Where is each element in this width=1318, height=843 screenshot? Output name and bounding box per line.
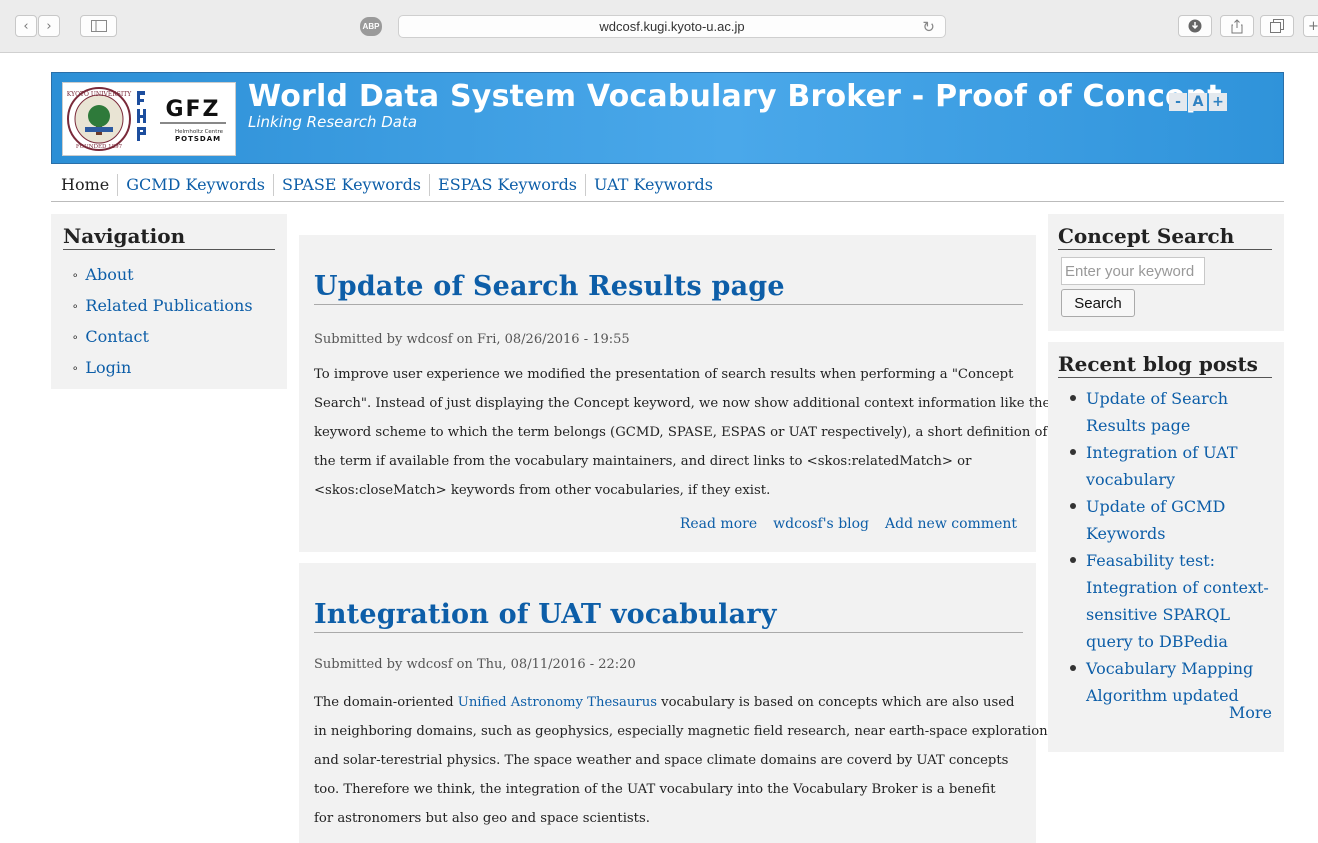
post-body-line: and solar-terestrial physics. The space … <box>314 753 1009 768</box>
post-body-line: in neighboring domains, such as geophysi… <box>314 724 1048 739</box>
gfz-logo-text: GFZ <box>165 97 220 122</box>
post-body: To improve user experience we modified t… <box>314 360 1051 505</box>
uat-link[interactable]: Unified Astronomy Thesaurus <box>458 695 657 710</box>
bullet-icon: ⚬ <box>71 271 80 282</box>
menu-item-espas-keywords[interactable]: ESPAS Keywords <box>429 173 585 196</box>
menu-item-home[interactable]: Home <box>51 174 117 196</box>
nav-item-login[interactable]: ⚬ Login <box>71 353 253 384</box>
post-body-line: keyword scheme to which the term belongs… <box>314 425 1048 440</box>
kyoto-ring-text: KYOTO UNIVERSITY <box>67 91 132 98</box>
navigation-block: Navigation ⚬ About ⚬ Related Publications … <box>51 214 287 389</box>
post-body-line: the term if available from the vocabular… <box>314 454 972 469</box>
download-icon <box>1188 19 1202 33</box>
forward-button[interactable]: › <box>38 15 60 37</box>
post-body-line: To improve user experience we modified t… <box>314 367 1014 382</box>
share-icon <box>1231 18 1243 33</box>
fhp-emblem <box>135 91 147 147</box>
nav-item-contact[interactable]: ⚬ Contact <box>71 322 253 353</box>
chevron-right-icon: › <box>46 18 52 34</box>
recent-posts-title: Recent blog posts <box>1058 352 1272 378</box>
recent-post-link[interactable]: Feasability test: Integration of context… <box>1068 547 1280 655</box>
search-button[interactable]: Search <box>1061 289 1135 317</box>
url-text: wdcosf.kugi.kyoto-u.ac.jp <box>599 19 745 34</box>
post-body-line: for astronomers but also geo and space s… <box>314 811 650 826</box>
nav-item-label: Login <box>85 358 132 377</box>
blog-post: Update of Search Results page Submitted … <box>299 235 1051 552</box>
font-decrease-button[interactable]: - <box>1169 93 1187 111</box>
post-body-line: <skos:closeMatch> keywords from other vo… <box>314 483 771 498</box>
tabs-icon <box>1270 19 1284 33</box>
author-blog-link[interactable]: wdcosf's blog <box>773 516 869 532</box>
browser-toolbar: ‹ › ABP wdcosf.kugi.kyoto-u.ac.jp ↻ + <box>0 0 1318 53</box>
gfz-line2-text: POTSDAM <box>175 135 221 143</box>
menu-item-gcmd-keywords[interactable]: GCMD Keywords <box>117 173 273 196</box>
nav-item-about[interactable]: ⚬ About <box>71 260 253 291</box>
sidebar-toggle-button[interactable] <box>80 15 117 37</box>
post-body-line: Search". Instead of just displaying the … <box>314 396 1051 411</box>
tabs-button[interactable] <box>1260 15 1294 37</box>
post-body-line: too. Therefore we think, the integration… <box>314 782 996 797</box>
address-bar[interactable]: wdcosf.kugi.kyoto-u.ac.jp ↻ <box>398 15 946 38</box>
main-menu: Home GCMD Keywords SPASE Keywords ESPAS … <box>51 168 1284 202</box>
bullet-icon: ⚬ <box>71 364 80 375</box>
post-title[interactable]: Update of Search Results page <box>314 271 1023 305</box>
logo-graphic: KYOTO UNIVERSITY FOUNDED 1897 GFZ Helmho… <box>67 87 226 151</box>
site-title[interactable]: World Data System Vocabulary Broker - Pr… <box>248 79 1222 114</box>
font-increase-button[interactable]: + <box>1209 93 1227 111</box>
menu-item-uat-keywords[interactable]: UAT Keywords <box>585 173 721 196</box>
menu-item-spase-keywords[interactable]: SPASE Keywords <box>273 173 429 196</box>
adblock-icon[interactable]: ABP <box>360 17 382 36</box>
blog-post: Integration of UAT vocabulary Submitted … <box>299 563 1048 843</box>
search-input[interactable] <box>1061 257 1205 285</box>
sidebar-icon <box>90 20 107 32</box>
read-more-link[interactable]: Read more <box>680 516 757 532</box>
post-body-text: vocabulary is based on concepts which ar… <box>656 695 1015 710</box>
post-submitted: Submitted by wdcosf on Fri, 08/26/2016 -… <box>314 332 630 347</box>
downloads-button[interactable] <box>1178 15 1212 37</box>
concept-search-title: Concept Search <box>1058 224 1272 250</box>
site-logo[interactable]: KYOTO UNIVERSITY FOUNDED 1897 GFZ Helmho… <box>62 82 236 156</box>
concept-search-block: Concept Search Search <box>1048 214 1284 331</box>
back-button[interactable]: ‹ <box>15 15 37 37</box>
plus-icon: + <box>1308 18 1318 34</box>
bullet-icon: ⚬ <box>71 333 80 344</box>
navigation-title: Navigation <box>63 224 275 250</box>
recent-post-link[interactable]: Update of GCMD Keywords <box>1068 493 1280 547</box>
more-link[interactable]: More <box>1229 703 1272 722</box>
bullet-icon: ⚬ <box>71 302 80 313</box>
nav-item-related-publications[interactable]: ⚬ Related Publications <box>71 291 253 322</box>
site-header: KYOTO UNIVERSITY FOUNDED 1897 GFZ Helmho… <box>51 72 1284 164</box>
kyoto-founded-text: FOUNDED 1897 <box>76 144 123 150</box>
post-submitted: Submitted by wdcosf on Thu, 08/11/2016 -… <box>314 657 636 672</box>
post-body: The domain-oriented Unified Astronomy Th… <box>314 688 1048 833</box>
recent-posts-block: Recent blog posts Update of Search Resul… <box>1048 342 1284 752</box>
chevron-left-icon: ‹ <box>23 18 29 34</box>
nav-item-label: About <box>85 265 134 284</box>
font-size-controls: - A + <box>1169 93 1227 111</box>
recent-post-link[interactable]: Integration of UAT vocabulary <box>1068 439 1280 493</box>
font-reset-button[interactable]: A <box>1189 93 1207 111</box>
nav-item-label: Contact <box>85 327 149 346</box>
nav-item-label: Related Publications <box>85 296 253 315</box>
recent-posts-list: Update of Search Results page Integratio… <box>1068 385 1280 709</box>
site-slogan: Linking Research Data <box>248 113 418 131</box>
share-button[interactable] <box>1220 15 1254 37</box>
recent-post-link[interactable]: Vocabulary Mapping Algorithm updated <box>1068 655 1280 709</box>
post-body-text: The domain-oriented <box>314 695 458 710</box>
post-title[interactable]: Integration of UAT vocabulary <box>314 599 1023 633</box>
navigation-list: ⚬ About ⚬ Related Publications ⚬ Contact ⚬ L… <box>71 260 253 384</box>
reload-icon[interactable]: ↻ <box>922 18 935 36</box>
new-tab-button[interactable]: + <box>1303 15 1318 37</box>
post-links: Read more wdcosf's blog Add new comment <box>680 516 1017 532</box>
post-body-line: The domain-oriented Unified Astronomy Th… <box>314 688 1026 717</box>
recent-post-link[interactable]: Update of Search Results page <box>1068 385 1280 439</box>
add-comment-link[interactable]: Add new comment <box>885 516 1017 532</box>
